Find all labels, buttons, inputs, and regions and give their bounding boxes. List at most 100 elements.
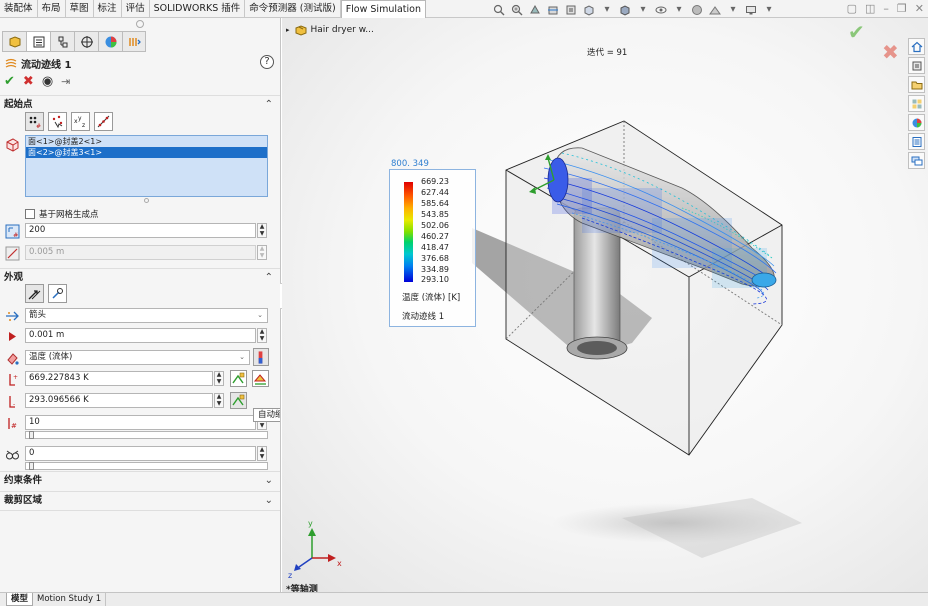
help-button[interactable]: ?: [260, 55, 274, 69]
transparency-stepper[interactable]: ▲ ▼: [257, 446, 267, 461]
tab-sketch[interactable]: 草图: [66, 0, 94, 18]
chevron-down-icon[interactable]: ⌄: [265, 472, 273, 490]
transparency-input[interactable]: 0: [25, 446, 256, 461]
clip-region-section-header[interactable]: 裁剪区域 ⌄: [0, 491, 280, 510]
tab-flow-simulation[interactable]: Flow Simulation: [340, 0, 426, 19]
appearance-settings-button[interactable]: [48, 284, 67, 303]
draw-style-select[interactable]: 箭头 ⌄: [25, 308, 268, 323]
point-count-input[interactable]: 200: [25, 223, 256, 238]
tab-model[interactable]: 模型: [6, 593, 34, 606]
slider-thumb[interactable]: [29, 431, 34, 439]
chevron-down-icon[interactable]: ▾: [672, 3, 686, 16]
tile-icon[interactable]: ◫: [865, 2, 875, 15]
line-points-button[interactable]: [94, 112, 113, 131]
tab-markup[interactable]: 标注: [94, 0, 122, 18]
zoom-to-area-icon[interactable]: [510, 3, 524, 16]
restore-panel-icon[interactable]: ▢: [847, 2, 857, 15]
tab-feature-manager[interactable]: [2, 31, 26, 52]
tab-assembly[interactable]: 装配体: [0, 0, 38, 18]
handle-base-inner: [577, 341, 617, 355]
color-bar-settings-button[interactable]: [253, 348, 269, 366]
tab-flow-simulation-analysis[interactable]: [122, 31, 146, 52]
arrow-size-input[interactable]: 0.001 m: [25, 328, 256, 343]
pin-button[interactable]: ⇥: [61, 75, 70, 88]
tab-property-manager[interactable]: [26, 31, 50, 52]
tab-layout[interactable]: 布局: [38, 0, 66, 18]
auto-scale-max-button[interactable]: [230, 370, 247, 387]
chevron-up-icon[interactable]: ⌃: [265, 269, 273, 287]
tab-command-predictor[interactable]: 命令预测器 (测试版): [245, 0, 341, 18]
pattern-points-button[interactable]: #: [25, 112, 44, 131]
list-item[interactable]: 面<1>@封盖2<1>: [26, 136, 267, 147]
levels-slider[interactable]: [25, 431, 268, 439]
transparency-icon: [4, 446, 20, 462]
svg-text:-: -: [13, 401, 15, 408]
max-value-input[interactable]: 669.227843 K: [25, 371, 213, 386]
section-title: 约束条件: [4, 475, 43, 486]
model-scene[interactable]: y x z: [282, 18, 928, 592]
section-view-icon[interactable]: [546, 3, 560, 16]
list-resize-grip-icon[interactable]: [144, 198, 149, 203]
slider-thumb[interactable]: [29, 462, 34, 470]
previous-view-icon[interactable]: [528, 3, 542, 16]
legend-color-bar: [404, 182, 413, 282]
edit-appearance-icon[interactable]: [690, 3, 704, 16]
dynamic-annotation-icon[interactable]: [564, 3, 578, 16]
legend-tick-label: 460.27: [421, 232, 449, 241]
draw-style-icon: [4, 308, 20, 324]
hide-show-items-icon[interactable]: [654, 3, 668, 16]
cancel-button[interactable]: ✖: [23, 74, 34, 89]
color-legend[interactable]: 669.23 627.44 585.64 543.85 502.06 460.2…: [389, 169, 476, 327]
zoom-to-fit-icon[interactable]: [492, 3, 506, 16]
preview-button[interactable]: ◉: [42, 74, 53, 89]
list-item[interactable]: 面<2>@封盖3<1>: [26, 147, 267, 158]
chevron-up-icon[interactable]: ⌃: [265, 96, 273, 114]
levels-input[interactable]: 10: [25, 415, 256, 430]
svg-text:#: #: [13, 231, 18, 239]
start-points-section-header[interactable]: 起始点 ⌃: [0, 95, 280, 114]
chevron-down-icon[interactable]: ▾: [762, 3, 776, 16]
coordinates-button[interactable]: xyz: [71, 112, 90, 131]
maximize-icon[interactable]: ❐: [897, 2, 907, 15]
chevron-down-icon[interactable]: ▾: [600, 3, 614, 16]
inlet-cap: [547, 157, 569, 203]
panel-grip-icon[interactable]: [136, 20, 144, 28]
min-value-stepper[interactable]: ▲ ▼: [214, 393, 224, 408]
generate-on-mesh-label: 基于网格生成点: [39, 210, 99, 220]
tab-evaluate[interactable]: 评估: [122, 0, 150, 18]
tab-display-manager[interactable]: [98, 31, 122, 52]
selected-faces-list[interactable]: 面<1>@封盖2<1> 面<2>@封盖3<1>: [25, 135, 268, 197]
auto-scale-min-button[interactable]: [230, 392, 247, 409]
chevron-down-icon[interactable]: ⌄: [265, 492, 273, 510]
view-orientation-icon[interactable]: [582, 3, 596, 16]
arrow-size-stepper[interactable]: ▲ ▼: [257, 328, 267, 343]
tab-motion-study-1[interactable]: Motion Study 1: [33, 593, 107, 606]
pick-points-button[interactable]: [48, 112, 67, 131]
tab-dimxpert[interactable]: [74, 31, 98, 52]
global-max-button[interactable]: [252, 370, 269, 387]
display-style-icon[interactable]: [618, 3, 632, 16]
generate-on-mesh-checkbox[interactable]: [25, 209, 35, 219]
constraints-section-header[interactable]: 约束条件 ⌄: [0, 471, 280, 490]
minimize-icon[interactable]: –: [883, 2, 889, 15]
chevron-down-icon[interactable]: ▾: [726, 3, 740, 16]
draw-style-value: 箭头: [29, 310, 47, 320]
max-value-stepper[interactable]: ▲ ▼: [214, 371, 224, 386]
point-count-stepper[interactable]: ▲ ▼: [257, 223, 267, 238]
transparency-slider[interactable]: [25, 462, 268, 470]
chevron-down-icon[interactable]: ▾: [636, 3, 650, 16]
svg-text:z: z: [82, 122, 85, 129]
min-value-input[interactable]: 293.096566 K: [25, 393, 213, 408]
apply-scene-icon[interactable]: [708, 3, 722, 16]
color-by-icon: [4, 350, 20, 366]
ok-button[interactable]: ✔: [4, 74, 15, 89]
close-icon[interactable]: ✕: [915, 2, 924, 15]
tab-solidworks-addins[interactable]: SOLIDWORKS 插件: [150, 0, 246, 18]
trajectory-style-button[interactable]: [25, 284, 44, 303]
levels-icon: #: [4, 415, 20, 431]
color-by-select[interactable]: 温度 (流体) ⌄: [25, 350, 250, 365]
ribbon-tab-bar: 装配体 布局 草图 标注 评估 SOLIDWORKS 插件 命令预测器 (测试版…: [0, 0, 928, 19]
tab-configuration-manager[interactable]: [50, 31, 74, 52]
view-settings-icon[interactable]: [744, 3, 758, 16]
graphics-area[interactable]: ▸ Hair dryer w... 迭代 = 91 ✔ ✖ y x z 800.…: [282, 18, 928, 592]
